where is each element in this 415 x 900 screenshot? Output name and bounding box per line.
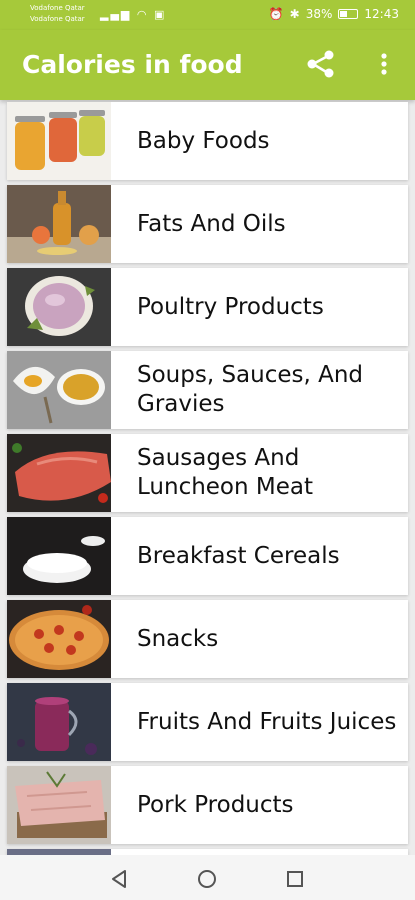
baby-foods-thumbnail (7, 102, 111, 180)
category-item-sausages-luncheon-meat[interactable]: Sausages And Luncheon Meat (7, 434, 408, 512)
snacks-thumbnail (7, 600, 111, 678)
category-label: Snacks (137, 625, 219, 652)
status-bar: Vodafone Qatar Vodafone Qatar ▂▄▆ ◠ ▣ ⏰ … (0, 0, 415, 30)
battery-percent: 38% (305, 7, 333, 21)
recents-button[interactable] (281, 865, 309, 893)
category-item-pork-products[interactable]: Pork Products (7, 766, 408, 844)
carrier-1: Vodafone Qatar (30, 4, 85, 12)
category-item-soups-sauces-gravies[interactable]: Soups, Sauces, And Gravies (7, 351, 408, 429)
alarm-icon: ⏰ (268, 7, 284, 21)
category-label: Fats And Oils (137, 210, 286, 237)
notification-icon: ▣ (154, 8, 167, 21)
bluetooth-icon: ✱ (289, 7, 300, 21)
signal-icon: ▂▄▆ (100, 8, 132, 21)
app-bar: Calories in food (0, 30, 415, 100)
share-button[interactable] (304, 47, 338, 81)
category-label: Poultry Products (137, 293, 324, 320)
pork-products-thumbnail (7, 766, 111, 844)
poultry-products-thumbnail (7, 268, 111, 346)
back-button[interactable] (106, 865, 134, 893)
home-icon (198, 870, 216, 888)
carrier-info: Vodafone Qatar Vodafone Qatar (30, 3, 85, 25)
category-item-breakfast-cereals[interactable]: Breakfast Cereals (7, 517, 408, 595)
share-icon (307, 50, 334, 78)
signal-icons: ▂▄▆ ◠ ▣ (100, 8, 166, 21)
category-label: Sausages And Luncheon Meat (137, 445, 314, 500)
category-label: Soups, Sauces, And Gravies (137, 362, 364, 417)
wifi-icon: ◠ (136, 8, 149, 21)
status-right: ⏰ ✱ 38% 12:43 (269, 7, 399, 21)
category-label: Fruits And Fruits Juices (137, 708, 397, 735)
system-nav-bar (0, 855, 415, 900)
home-button[interactable] (193, 865, 221, 893)
category-item-poultry-products[interactable]: Poultry Products (7, 268, 408, 346)
category-item-fruits-juices[interactable]: Fruits And Fruits Juices (7, 683, 408, 761)
category-label: Baby Foods (137, 127, 270, 154)
sausages-thumbnail (7, 434, 111, 512)
category-item-baby-foods[interactable]: Baby Foods (7, 102, 408, 180)
breakfast-cereals-thumbnail (7, 517, 111, 595)
overflow-menu-button[interactable] (372, 47, 396, 81)
fats-and-oils-thumbnail (7, 185, 111, 263)
recents-icon (287, 871, 303, 887)
soups-sauces-thumbnail (7, 351, 111, 429)
carrier-2: Vodafone Qatar (30, 15, 85, 23)
more-vert-icon (381, 53, 387, 75)
category-item-fats-and-oils[interactable]: Fats And Oils (7, 185, 408, 263)
category-label: Pork Products (137, 791, 294, 818)
back-icon (112, 870, 126, 888)
category-label: Breakfast Cereals (137, 542, 340, 569)
battery-icon (338, 9, 359, 19)
category-list: Baby Foods Fats And Oils Poultry Product… (0, 100, 415, 855)
clock: 12:43 (364, 7, 399, 21)
app-title: Calories in food (22, 50, 243, 79)
category-item-snacks[interactable]: Snacks (7, 600, 408, 678)
fruits-juices-thumbnail (7, 683, 111, 761)
